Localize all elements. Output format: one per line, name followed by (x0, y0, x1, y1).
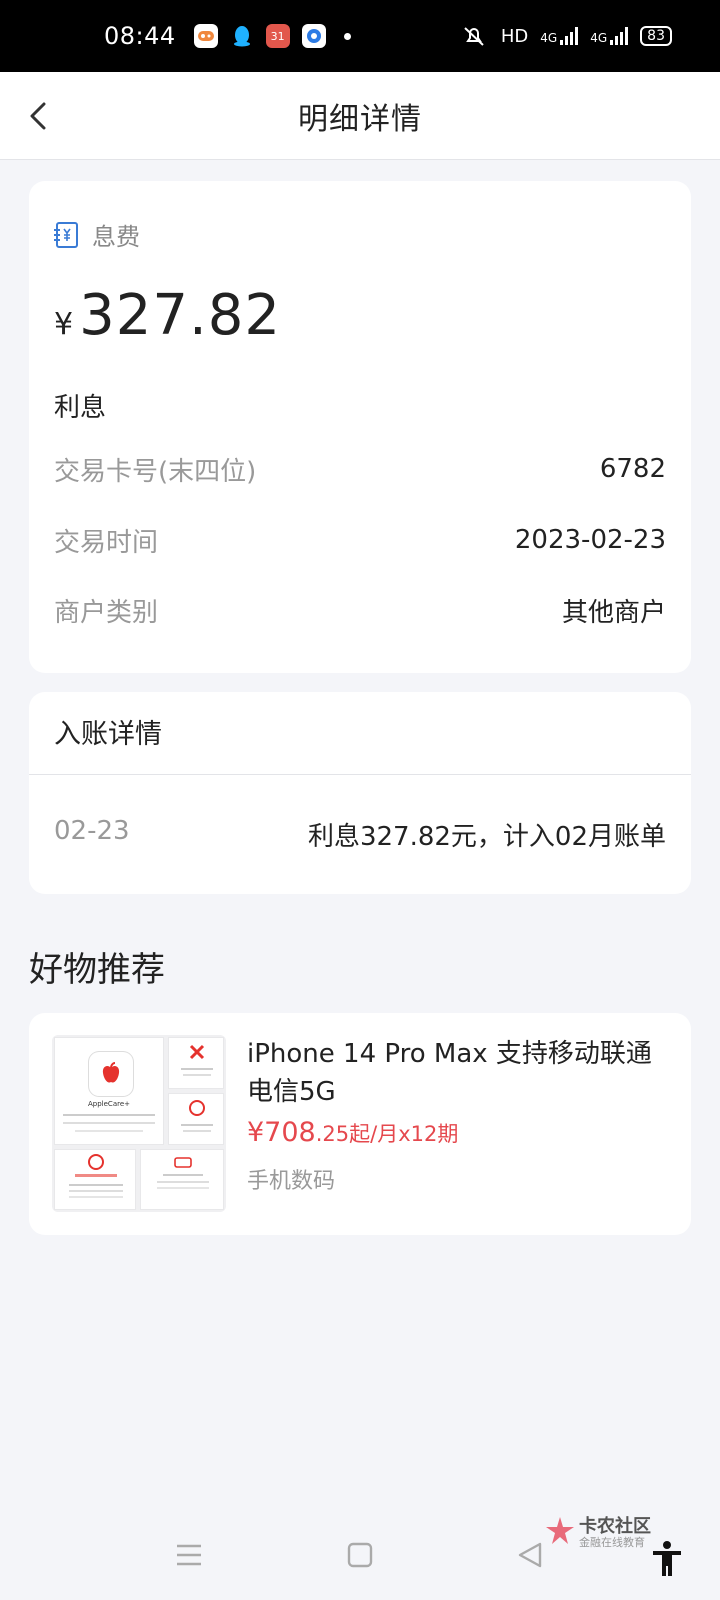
product-title[interactable]: iPhone 14 Pro Max 支持移动联通电信5G (247, 1035, 657, 1111)
status-time: 08:44 (104, 22, 176, 50)
amount: ¥ 327.82 (54, 283, 281, 348)
applecare-badge-icon (89, 1052, 133, 1096)
watermark-logo-icon (546, 1517, 574, 1544)
fee-type: 息费 (54, 217, 140, 252)
detail-row-card-number: 交易卡号(末四位) 6782 (54, 449, 666, 489)
game-app-icon (193, 24, 218, 48)
network-type-1: 4G (540, 31, 558, 45)
currency-symbol: ¥ (54, 307, 74, 342)
detail-row-label: 交易时间 (54, 527, 159, 558)
tools-icon (181, 1044, 213, 1076)
back-triangle-icon[interactable] (515, 1540, 545, 1570)
signal-bars-icon (560, 27, 579, 45)
image-tile-accident (54, 1149, 136, 1210)
image-text-line (63, 1122, 155, 1124)
transaction-detail-card: 息费 ¥ 327.82 利息 交易卡号(末四位) 6782 交易时间 2023-… (29, 181, 691, 673)
detail-row-merchant-category: 商户类别 其他商户 (54, 590, 666, 630)
receipt-yuan-icon (54, 221, 78, 248)
price-installment: .25起/月x12期 (315, 1122, 459, 1146)
signal-2: 4G (590, 27, 629, 45)
help-icon (181, 1100, 213, 1132)
navbar: 明细详情 (0, 72, 720, 160)
image-tile-repair (168, 1037, 224, 1089)
detail-row-value: 6782 (599, 454, 666, 484)
image-text-line (75, 1130, 143, 1132)
transaction-description: 利息 (54, 393, 107, 423)
shield-icon (69, 1154, 123, 1198)
home-icon[interactable] (345, 1540, 375, 1570)
product-card[interactable]: AppleCare+ iPhone 14 Pro Max 支持移动联通电信5G … (29, 1013, 691, 1235)
posting-row: 02-23 利息327.82元，计入02月账单 (54, 816, 666, 853)
more-notifications-dot-icon (343, 32, 351, 40)
detail-row-value: 其他商户 (561, 597, 666, 628)
posting-text: 利息327.82元，计入02月账单 (307, 822, 666, 852)
posting-header: 入账详情 (54, 719, 162, 750)
hd-indicator: HD (500, 25, 529, 47)
image-tile-support (168, 1093, 224, 1145)
signal-bars-icon (610, 27, 629, 45)
qq-icon (230, 24, 254, 48)
divider (29, 774, 691, 775)
calendar-app-icon: 31 (265, 24, 290, 48)
accessibility-icon[interactable] (650, 1540, 684, 1578)
image-text-line (63, 1114, 155, 1116)
battery-indicator: 83 (640, 26, 672, 46)
watermark: 卡农社区 金融在线教育 (543, 1512, 663, 1552)
detail-row-label: 交易卡号(末四位) (54, 456, 257, 487)
battery-icon (157, 1157, 209, 1189)
menu-icon[interactable] (174, 1540, 204, 1570)
status-left: 08:44 31 (104, 22, 351, 50)
posting-date: 02-23 (54, 816, 130, 846)
product-price: ¥708 .25起/月x12期 (247, 1117, 458, 1148)
posting-detail-card: 入账详情 02-23 利息327.82元，计入02月账单 (29, 692, 691, 894)
detail-row-transaction-time: 交易时间 2023-02-23 (54, 520, 666, 560)
detail-row-value: 2023-02-23 (514, 525, 666, 555)
status-right: HD 4G 4G 83 (459, 25, 672, 47)
status-bar: 08:44 31 HD 4G 4G 83 (0, 0, 720, 72)
page-title: 明细详情 (298, 101, 422, 137)
image-tile-main: AppleCare+ (54, 1037, 164, 1145)
browser-app-icon (301, 24, 326, 48)
signal-1: 4G (540, 27, 579, 45)
fee-type-label: 息费 (92, 223, 140, 251)
recommend-section-title: 好物推荐 (29, 950, 165, 990)
back-button[interactable] (22, 96, 62, 136)
chevron-left-icon (30, 102, 46, 130)
price-main: ¥708 (247, 1117, 316, 1148)
product-category: 手机数码 (247, 1169, 336, 1194)
watermark-subtitle: 金融在线教育 (579, 1536, 645, 1549)
mute-icon (464, 27, 484, 46)
detail-row-label: 商户类别 (54, 597, 159, 628)
product-image: AppleCare+ (52, 1035, 226, 1212)
image-tile-battery (140, 1149, 224, 1210)
applecare-label: AppleCare+ (88, 1100, 130, 1108)
amount-value: 327.82 (79, 283, 282, 348)
network-type-2: 4G (590, 31, 608, 45)
